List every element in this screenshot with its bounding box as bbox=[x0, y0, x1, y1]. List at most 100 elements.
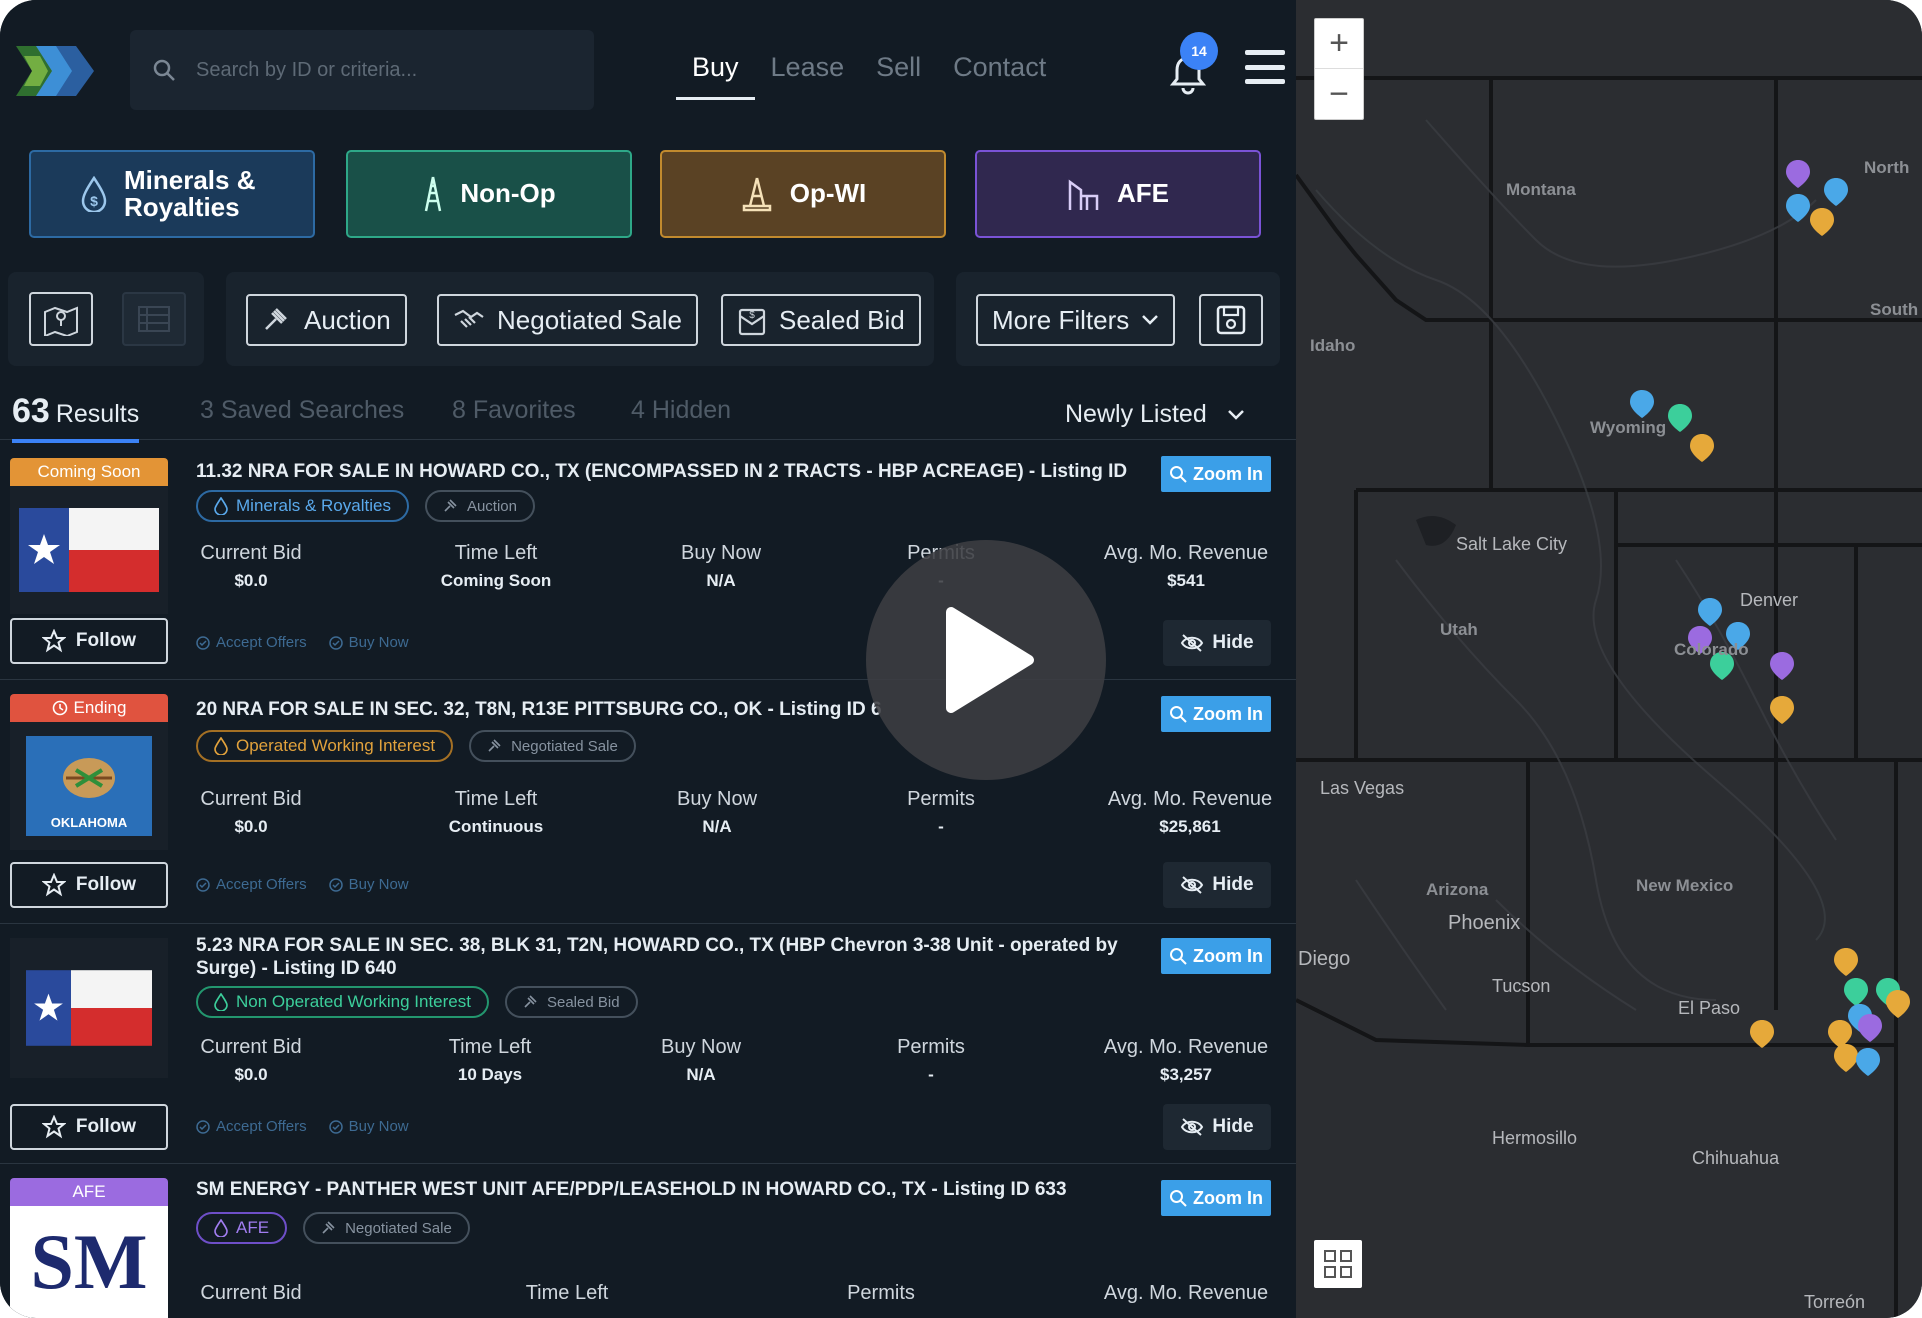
buy-now-label: Buy Now bbox=[676, 788, 758, 810]
logo-icon[interactable] bbox=[14, 40, 104, 102]
results-tabs: 63 Results 3 Saved Searches 8 Favorites 4… bbox=[0, 392, 1296, 443]
gavel-icon bbox=[265, 308, 287, 330]
listing-title[interactable]: SM ENERGY - PANTHER WEST UNIT AFE/PDP/LE… bbox=[196, 1178, 1146, 1201]
avg-revenue-label: Avg. Mo. Revenue bbox=[1103, 542, 1269, 564]
follow-label: Follow bbox=[75, 874, 137, 895]
listing-stats: Current Bid $0.0 Time Left 10 Days Buy Now… bbox=[196, 1036, 1276, 1092]
tab-hidden[interactable]: 4 Hidden bbox=[631, 396, 731, 425]
avg-revenue-label: Avg. Mo. Revenue bbox=[1103, 1282, 1269, 1304]
map-city-denver: Denver bbox=[1740, 590, 1799, 610]
zoom-out-map-button[interactable]: − bbox=[1315, 69, 1363, 119]
follow-button[interactable]: Follow bbox=[10, 1104, 168, 1150]
negotiated-sale-filter-button[interactable]: Negotiated Sale bbox=[437, 294, 699, 346]
category-opwi-button[interactable]: Op-WI bbox=[660, 150, 946, 238]
listing-card[interactable]: Ending OKLAHOMA Follow 20 NRA FOR SALE I… bbox=[0, 680, 1296, 924]
avg-revenue-value: $541 bbox=[1167, 571, 1205, 590]
map-view-button[interactable] bbox=[29, 292, 93, 346]
listing-title[interactable]: 5.23 NRA FOR SALE IN SEC. 38, BLK 31, T2… bbox=[196, 934, 1136, 980]
menu-icon[interactable] bbox=[1245, 50, 1285, 84]
search-input[interactable] bbox=[196, 58, 556, 82]
map-city-el-paso: El Paso bbox=[1678, 998, 1741, 1018]
sort-dropdown[interactable]: Newly Listed bbox=[1065, 400, 1245, 429]
tag-non-operated-wi: Non Operated Working Interest bbox=[196, 986, 489, 1018]
time-left-value: Continuous bbox=[448, 817, 544, 836]
buy-now-value: N/A bbox=[706, 571, 736, 590]
video-play-button[interactable] bbox=[866, 540, 1106, 780]
listing-card[interactable]: AFE SM SM ENERGY - PANTHER WEST UNIT AFE… bbox=[0, 1164, 1296, 1318]
tab-favorites[interactable]: 8 Favorites bbox=[452, 396, 576, 425]
map-city-chihuahua: Chihuahua bbox=[1692, 1148, 1780, 1168]
dollar-drop-icon bbox=[214, 993, 228, 1011]
nav-contact[interactable]: Contact bbox=[937, 52, 1062, 100]
map-city-torreon: Torreón bbox=[1804, 1292, 1866, 1312]
nav-sell[interactable]: Sell bbox=[860, 52, 937, 100]
zoom-in-button[interactable]: Zoom In bbox=[1161, 456, 1271, 492]
tab-saved-searches[interactable]: 3 Saved Searches bbox=[200, 396, 404, 425]
tag-row: Operated Working Interest Negotiated Sal… bbox=[196, 730, 636, 762]
hide-button[interactable]: Hide bbox=[1163, 862, 1271, 908]
tab-results[interactable]: 63 Results bbox=[12, 392, 140, 443]
listing-card[interactable]: Follow 5.23 NRA FOR SALE IN SEC. 38, BLK… bbox=[0, 924, 1296, 1164]
nav-buy[interactable]: Buy bbox=[676, 52, 755, 100]
follow-button[interactable]: Follow bbox=[10, 862, 168, 908]
auction-filter-button[interactable]: Auction bbox=[246, 294, 407, 346]
hide-label: Hide bbox=[1212, 632, 1254, 653]
map-panel[interactable]: Montana Idaho Wyoming Utah Colorado Ariz… bbox=[1296, 0, 1922, 1318]
map-pin bbox=[1810, 208, 1834, 236]
eye-off-icon bbox=[1181, 1118, 1204, 1136]
handshake-icon bbox=[454, 309, 484, 328]
zoom-in-button[interactable]: Zoom In bbox=[1161, 938, 1271, 974]
map-city-las-vegas: Las Vegas bbox=[1320, 778, 1405, 798]
zoom-in-button[interactable]: Zoom In bbox=[1161, 696, 1271, 732]
hide-button[interactable]: Hide bbox=[1163, 1104, 1271, 1150]
map-pin bbox=[1698, 598, 1722, 626]
save-search-button[interactable] bbox=[1199, 294, 1263, 346]
map-label-colorado: Colorado bbox=[1674, 640, 1749, 659]
sealed-bid-filter-button[interactable]: $ Sealed Bid bbox=[721, 294, 921, 346]
hide-button[interactable]: Hide bbox=[1163, 620, 1271, 666]
time-left-label: Time Left bbox=[454, 788, 538, 810]
dollar-drop-icon: $ bbox=[81, 176, 107, 212]
tag-minerals: Minerals & Royalties bbox=[196, 490, 409, 522]
tag-sealed-bid: Sealed Bid bbox=[504, 986, 638, 1018]
check-circle-icon bbox=[196, 635, 210, 650]
follow-button[interactable]: Follow bbox=[10, 618, 168, 664]
chevron-down-icon bbox=[1227, 409, 1244, 420]
pumpjack-icon bbox=[1068, 179, 1099, 210]
category-nonop-button[interactable]: Non-Op bbox=[346, 150, 632, 238]
zoom-in-button[interactable]: Zoom In bbox=[1161, 1180, 1271, 1216]
more-filters-button[interactable]: More Filters bbox=[976, 294, 1176, 346]
map-pin bbox=[1858, 1014, 1882, 1042]
permits-label: Permits bbox=[847, 1282, 915, 1304]
sm-logo-text: SM bbox=[30, 1218, 148, 1305]
map-city-phoenix: Phoenix bbox=[1448, 912, 1521, 934]
nav-lease[interactable]: Lease bbox=[755, 52, 861, 100]
sm-energy-logo: SM bbox=[10, 1206, 168, 1318]
zoom-icon bbox=[1170, 1190, 1187, 1207]
sealed-label: Sealed Bid bbox=[779, 304, 905, 335]
category-minerals-button[interactable]: $ Minerals & Royalties bbox=[29, 150, 315, 238]
tag-row: Non Operated Working Interest Sealed Bid bbox=[196, 986, 638, 1018]
category-afe-button[interactable]: AFE bbox=[975, 150, 1261, 238]
current-bid-label: Current Bid bbox=[200, 1282, 302, 1304]
map-pin bbox=[1786, 160, 1810, 188]
list-view-button[interactable] bbox=[122, 292, 186, 346]
search-bar[interactable] bbox=[130, 30, 594, 110]
listing-actions: Accept Offers Buy Now bbox=[196, 634, 409, 651]
map-city-diego: Diego bbox=[1298, 948, 1351, 970]
map-label-idaho: Idaho bbox=[1310, 336, 1356, 355]
status-badge: Ending bbox=[10, 694, 168, 722]
status-badge: AFE bbox=[10, 1178, 168, 1206]
check-circle-icon bbox=[328, 877, 343, 892]
current-bid-label: Current Bid bbox=[200, 788, 302, 810]
qr-icon[interactable] bbox=[1314, 1240, 1362, 1288]
avg-revenue-label: Avg. Mo. Revenue bbox=[1103, 1036, 1269, 1058]
time-left-label: Time Left bbox=[454, 542, 538, 564]
listing-title[interactable]: 11.32 NRA FOR SALE IN HOWARD CO., TX (EN… bbox=[196, 460, 1146, 483]
map-canvas[interactable] bbox=[1296, 0, 1922, 1318]
zoom-in-map-button[interactable]: + bbox=[1315, 19, 1363, 69]
hide-label: Hide bbox=[1212, 1116, 1254, 1137]
oil-rig-icon bbox=[742, 177, 771, 212]
negotiated-label: Negotiated Sale bbox=[497, 304, 683, 335]
map-pin bbox=[1770, 652, 1794, 680]
